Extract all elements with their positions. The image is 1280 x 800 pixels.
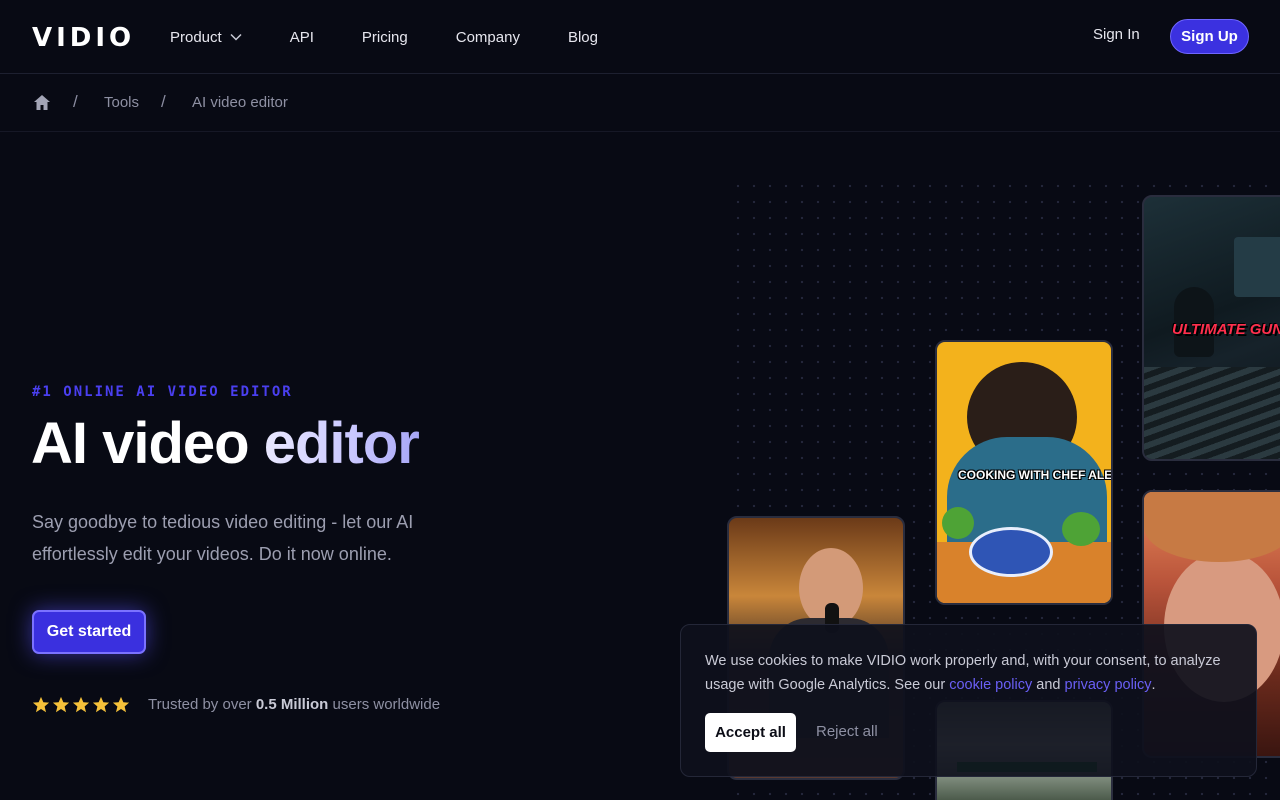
video-thumbnail-gunfight: ULTIMATE GUNFIGI bbox=[1142, 195, 1280, 461]
nav-company[interactable]: Company bbox=[456, 29, 520, 46]
rating-stars bbox=[32, 696, 132, 714]
breadcrumb-separator: / bbox=[161, 92, 166, 111]
breadcrumb-current: AI video editor bbox=[192, 94, 288, 111]
nav-product[interactable]: Product bbox=[170, 29, 242, 46]
main-nav: Product API Pricing Company Blog bbox=[170, 0, 646, 74]
trust-suffix: users worldwide bbox=[328, 696, 441, 713]
accept-all-button[interactable]: Accept all bbox=[705, 713, 796, 752]
star-icon bbox=[112, 696, 130, 713]
site-header: VIDIO Product API Pricing Company Blog S… bbox=[0, 0, 1280, 74]
nav-api[interactable]: API bbox=[290, 29, 314, 46]
get-started-button[interactable]: Get started bbox=[32, 610, 146, 654]
sign-up-button[interactable]: Sign Up bbox=[1170, 19, 1249, 54]
sign-in-link[interactable]: Sign In bbox=[1093, 26, 1140, 43]
star-icon bbox=[92, 696, 110, 713]
star-icon bbox=[32, 696, 50, 713]
thumbnail-caption: ULTIMATE GUNFIGI bbox=[1172, 321, 1280, 338]
vidio-logo[interactable]: VIDIO bbox=[32, 23, 135, 53]
cookie-banner: We use cookies to make VIDIO work proper… bbox=[680, 624, 1257, 777]
privacy-policy-link[interactable]: privacy policy bbox=[1065, 677, 1152, 693]
breadcrumb-tools[interactable]: Tools bbox=[104, 94, 139, 111]
hero-subtitle: Say goodbye to tedious video editing - l… bbox=[32, 512, 414, 564]
video-thumbnail-cooking: COOKING WITH CHEF ALEX bbox=[935, 340, 1113, 605]
trust-prefix: Trusted by over bbox=[148, 696, 256, 713]
nav-blog[interactable]: Blog bbox=[568, 29, 598, 46]
reject-all-button[interactable]: Reject all bbox=[816, 723, 878, 740]
chevron-down-icon bbox=[230, 33, 242, 41]
trust-count: 0.5 Million bbox=[255, 696, 329, 713]
thumbnail-caption: COOKING WITH CHEF ALEX bbox=[958, 468, 1113, 482]
star-icon bbox=[52, 696, 70, 713]
cookie-and: and bbox=[1032, 677, 1065, 693]
cookie-text-end: . bbox=[1151, 677, 1156, 693]
nav-pricing[interactable]: Pricing bbox=[362, 29, 408, 46]
trust-text: Trusted by over 0.5 Million users worldw… bbox=[148, 696, 440, 713]
cookie-text: We use cookies to make VIDIO work proper… bbox=[705, 649, 1245, 697]
breadcrumb-separator: / bbox=[73, 92, 78, 111]
title-part-2: editor bbox=[263, 411, 420, 476]
page-title: AI video editor bbox=[31, 410, 420, 477]
nav-product-label: Product bbox=[170, 28, 222, 46]
cookie-policy-link[interactable]: cookie policy bbox=[949, 677, 1032, 693]
hero-eyebrow: #1 ONLINE AI VIDEO EDITOR bbox=[32, 384, 293, 400]
star-icon bbox=[72, 696, 90, 713]
title-part-1: AI video bbox=[31, 411, 264, 476]
home-icon[interactable] bbox=[33, 94, 51, 111]
